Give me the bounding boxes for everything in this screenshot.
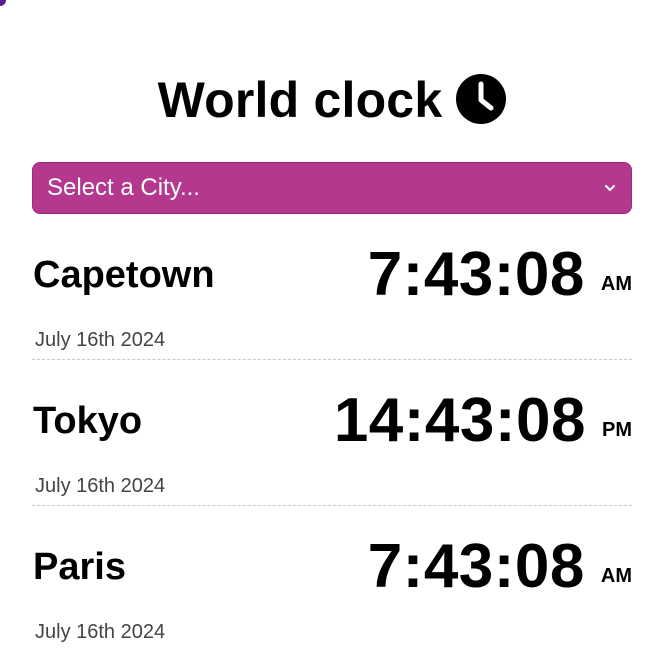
city-row-tokyo: Tokyo 14:43:08 PM July 16th 2024 <box>32 360 632 506</box>
city-date: July 16th 2024 <box>35 475 166 497</box>
city-name: Capetown <box>33 254 215 296</box>
city-select-wrapper: Select a City... <box>32 162 632 214</box>
city-date: July 16th 2024 <box>35 621 166 643</box>
city-row-paris: Paris 7:43:08 AM July 16th 2024 <box>32 506 632 652</box>
city-name: Tokyo <box>33 400 143 442</box>
time-group: 14:43:08 PM <box>334 390 632 452</box>
page-title: World clock <box>157 72 443 128</box>
city-time: 7:43:08 <box>367 532 585 601</box>
page-title-wrapper: World clock <box>32 72 632 128</box>
city-time: 7:43:08 <box>367 240 585 309</box>
time-group: 7:43:08 AM <box>368 536 632 598</box>
city-ampm: PM <box>602 419 632 441</box>
city-ampm: AM <box>600 565 632 587</box>
city-date: July 16th 2024 <box>35 329 166 351</box>
city-select[interactable]: Select a City... <box>32 162 632 214</box>
time-group: 7:43:08 AM <box>368 244 632 306</box>
chevron-down-icon <box>605 185 615 191</box>
city-name: Paris <box>33 546 126 588</box>
city-row-capetown: Capetown 7:43:08 AM July 16th 2024 <box>32 214 632 360</box>
page-title-inner: World clock <box>158 72 507 128</box>
city-ampm: AM <box>600 273 632 295</box>
city-select-value: Select a City... <box>47 174 200 201</box>
clock-icon <box>456 74 507 124</box>
corner-decoration <box>0 0 6 6</box>
city-time: 14:43:08 <box>333 386 586 455</box>
